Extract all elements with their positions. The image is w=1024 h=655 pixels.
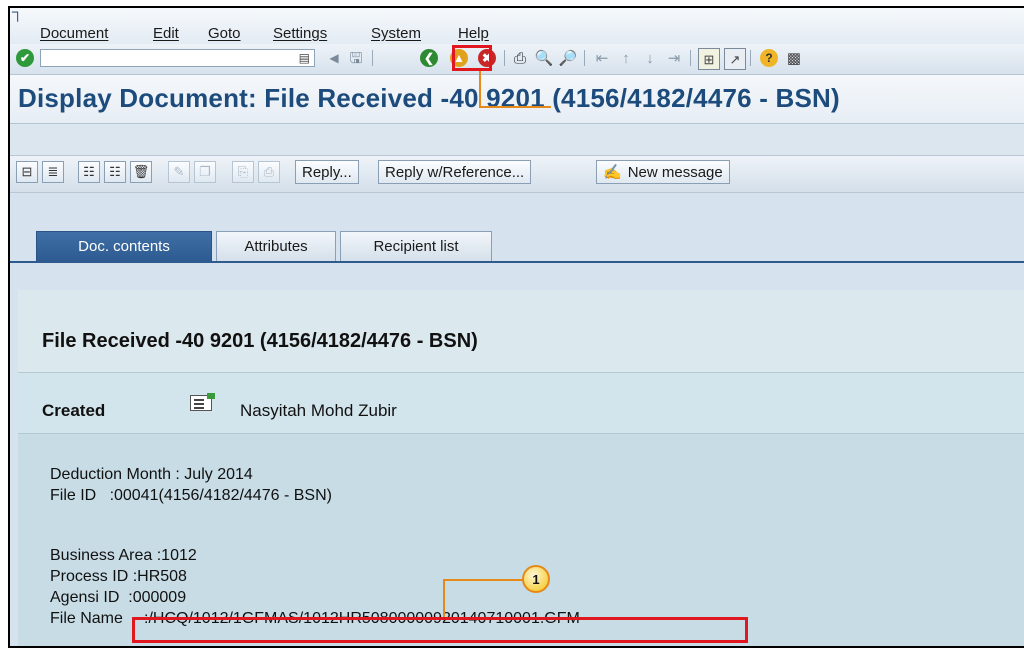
menu-bar: ┐ Document Edit Goto Settings System Hel… [10,8,1024,44]
toolbar-separator [750,50,751,66]
create-session-icon[interactable]: ⊞ [698,48,720,70]
process-id: Process ID :HR508 [50,568,187,585]
menu-settings[interactable]: Settings [273,25,327,42]
export-icon[interactable]: ⎙ [258,161,280,183]
edit-pencil-icon[interactable]: ✎ [168,161,190,183]
last-page-icon[interactable]: ⇥ [664,48,684,68]
callout-1-leader [443,579,523,581]
previous-page-icon[interactable]: ↑ [616,48,636,68]
sap-window: ┐ Document Edit Goto Settings System Hel… [8,6,1024,648]
shortcut-icon[interactable]: ↗ [724,48,746,70]
customize-layout-icon[interactable]: ▩ [784,48,804,68]
user-card-icon[interactable] [190,393,215,411]
standard-toolbar: ✔ ▤ ◀ 🖫 ❮ ▲ ✖ ⎙ 🔍 🔎 ⇤ ↑ ↓ ⇥ ⊞ ↗ ? ▩ [10,44,1024,75]
print-icon[interactable]: ⎙ [510,48,530,68]
tab-doc-contents[interactable]: Doc. contents [36,231,212,261]
find-icon[interactable]: 🔍 [534,48,554,68]
find-next-icon[interactable]: 🔎 [558,48,578,68]
business-area: Business Area :1012 [50,547,197,564]
menu-system[interactable]: System [371,25,421,42]
window-menu-icon[interactable]: ┐ [12,8,23,22]
structure-icon[interactable]: ☷ [104,161,126,183]
created-by-name: Nasyitah Mohd Zubir [240,401,397,420]
document-body: Deduction Month : July 2014 File ID :000… [18,434,1024,646]
document-heading-row: File Received -40 9201 (4156/4182/4476 -… [18,290,1024,373]
next-page-icon[interactable]: ↓ [640,48,660,68]
document-list-icon[interactable]: ≣ [42,161,64,183]
menu-document[interactable]: Document [40,25,108,42]
menu-goto[interactable]: Goto [208,25,241,42]
agensi-id: Agensi ID :000009 [50,589,187,606]
menu-edit[interactable]: Edit [153,25,179,42]
created-row: Created Nasyitah Mohd Zubir [18,373,1024,434]
deduction-month: Deduction Month : July 2014 [50,466,253,483]
save-icon[interactable]: 🖫 [346,48,366,68]
toolbar-separator [504,50,505,66]
toolbar-separator [690,50,691,66]
document-heading: File Received -40 9201 (4156/4182/4476 -… [42,330,478,352]
exit-highlight-box [452,45,492,71]
delete-icon[interactable]: 🗑 [130,161,152,183]
tab-recipient-list[interactable]: Recipient list [340,231,492,261]
reply-button[interactable]: Reply... [295,160,359,184]
back-icon[interactable]: ❮ [420,49,438,67]
application-toolbar: ⊟ ≣ ☷ ☷ 🗑 ✎ ❐ ⎘ ⎙ Reply... Reply w/Refer… [10,155,1024,193]
pen-icon: ✍ [603,164,622,181]
spacer [10,124,1024,156]
created-label: Created [42,401,106,420]
new-message-label: New message [627,163,723,181]
reply-with-reference-button[interactable]: Reply w/Reference... [378,160,532,184]
title-bar: Display Document: File Received -40 9201… [10,75,1024,124]
hierarchy-icon[interactable]: ☷ [78,161,100,183]
enter-icon[interactable]: ✔ [16,49,34,67]
menu-help[interactable]: Help [458,25,489,42]
collapse-arrow-icon[interactable]: ◀ [324,48,344,68]
tab-attributes[interactable]: Attributes [216,231,336,261]
first-page-icon[interactable]: ⇤ [592,48,612,68]
file-id: File ID :00041(4156/4182/4476 - BSN) [50,487,332,504]
import-icon[interactable]: ⎘ [232,161,254,183]
callout-1-leader [443,579,445,617]
file-name-highlight-box [132,617,748,643]
document-display-icon[interactable]: ⊟ [16,161,38,183]
callout-2-leader [479,71,481,107]
copy-icon[interactable]: ❐ [194,161,216,183]
callout-1-badge: 1 [522,565,550,593]
file-name-label: File Name [50,610,123,627]
help-icon[interactable]: ? [760,49,778,67]
new-message-button[interactable]: ✍ New message [596,160,730,184]
content-area: File Received -40 9201 (4156/4182/4476 -… [10,263,1024,646]
command-field[interactable]: ▤ [40,49,315,67]
page-title: Display Document: File Received -40 9201… [18,83,840,113]
callout-2-leader [479,106,551,108]
command-dropdown-icon[interactable]: ▤ [299,51,310,65]
tab-strip: Doc. contents Attributes Recipient list [10,193,1024,263]
toolbar-separator [584,50,585,66]
toolbar-separator [372,50,373,66]
